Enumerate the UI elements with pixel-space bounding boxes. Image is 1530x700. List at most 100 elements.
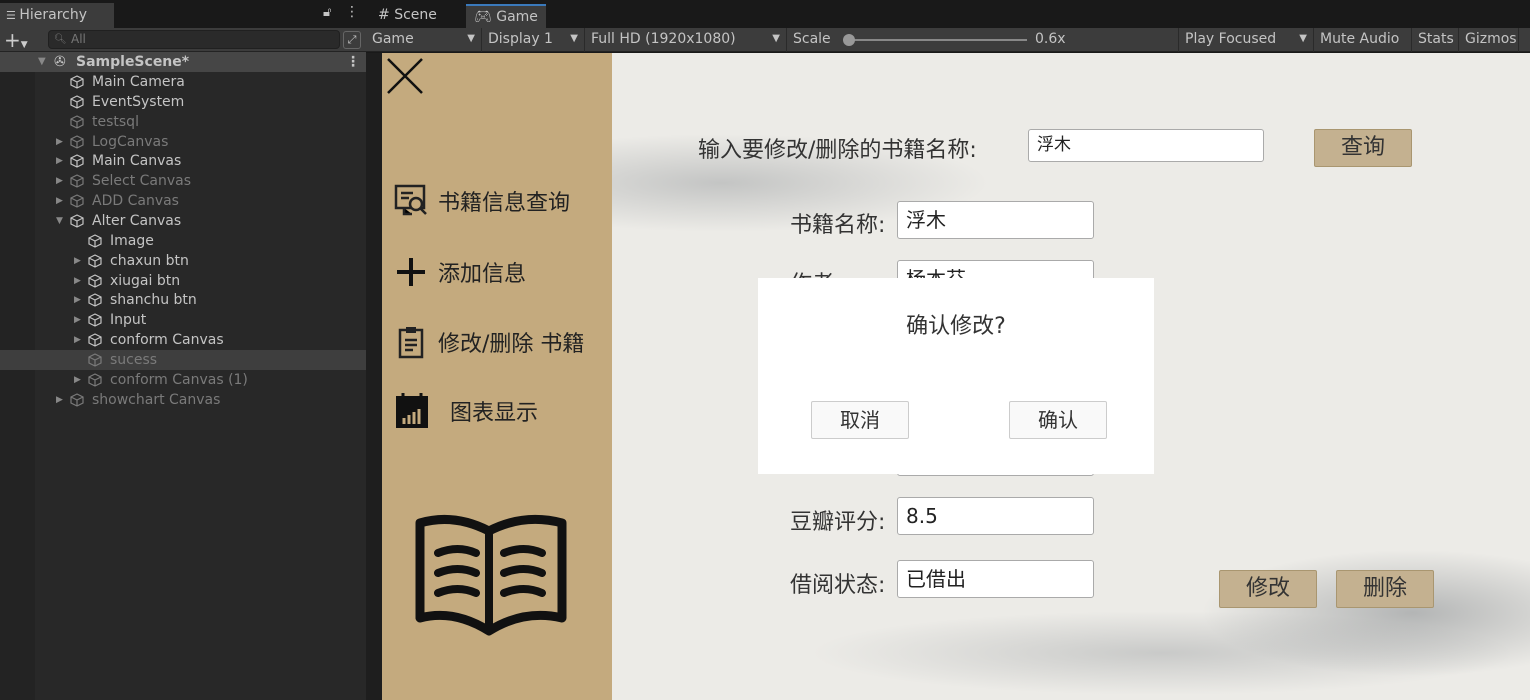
tab-scene[interactable]: # Scene: [370, 4, 445, 28]
hierarchy-item-label: conform Canvas (1): [110, 371, 248, 388]
gizmos-button[interactable]: Gizmos: [1459, 28, 1519, 52]
gameobject-cube-icon: [70, 95, 84, 109]
lock-icon[interactable]: 🔓︎: [323, 5, 331, 20]
plus-icon: [397, 258, 425, 286]
chevron-down-icon: ▼: [772, 33, 780, 44]
scene-more-icon[interactable]: ⋮: [346, 52, 360, 72]
mute-audio-button[interactable]: Mute Audio: [1314, 28, 1412, 52]
tab-game[interactable]: 🎮︎ Game: [466, 4, 546, 28]
expand-arrow-icon[interactable]: ▶: [74, 310, 81, 330]
hierarchy-item[interactable]: ▶ xiugai btn: [0, 271, 366, 291]
hierarchy-tab[interactable]: ☰ Hierarchy: [0, 3, 114, 28]
query-label: 输入要修改/删除的书籍名称:: [698, 138, 977, 163]
hierarchy-item[interactable]: ▶ LogCanvas: [0, 132, 366, 152]
hierarchy-search-input[interactable]: 🔍︎ All: [48, 30, 340, 49]
grid-icon: #: [378, 7, 390, 23]
field-input-title[interactable]: 浮木: [897, 201, 1094, 239]
field-input-rating[interactable]: 8.5: [897, 497, 1094, 535]
more-icon[interactable]: ⋮: [345, 4, 359, 20]
gameobject-cube-icon: [70, 174, 84, 188]
hierarchy-item[interactable]: ▶ shanchu btn: [0, 290, 366, 310]
hierarchy-item[interactable]: ▶ showchart Canvas: [0, 390, 366, 410]
hierarchy-item[interactable]: ▶ conform Canvas: [0, 330, 366, 350]
hierarchy-item[interactable]: sucess: [0, 349, 366, 370]
hierarchy-item-label: sucess: [110, 351, 158, 368]
hierarchy-item[interactable]: Image: [0, 231, 366, 251]
display-dropdown[interactable]: Display 1 ▼: [482, 28, 585, 52]
hierarchy-item-label: Image: [110, 232, 154, 249]
search-icon: 🔍︎: [54, 34, 67, 45]
scale-slider-thumb[interactable]: [843, 34, 855, 46]
hierarchy-item[interactable]: ▶ Input: [0, 310, 366, 330]
hierarchy-item[interactable]: ▶ conform Canvas (1): [0, 370, 366, 390]
expand-arrow-icon[interactable]: ▶: [56, 171, 63, 191]
hierarchy-item[interactable]: ▶ Select Canvas: [0, 171, 366, 191]
hierarchy-item-label: Main Canvas: [92, 153, 182, 170]
query-input[interactable]: 浮木: [1028, 129, 1264, 162]
hierarchy-item-label: conform Canvas: [110, 332, 224, 349]
hierarchy-item-label: showchart Canvas: [92, 391, 221, 408]
expand-arrow-icon[interactable]: ▶: [74, 290, 81, 310]
resolution-dropdown[interactable]: Full HD (1920x1080) ▼: [585, 28, 787, 52]
dialog-title: 确认修改?: [906, 314, 1006, 339]
expand-arrow-icon[interactable]: ▶: [56, 151, 63, 171]
display-label: Display 1: [488, 31, 553, 47]
hierarchy-item[interactable]: ▶ chaxun btn: [0, 251, 366, 271]
hierarchy-item-label: Main Camera: [92, 74, 185, 90]
add-icon[interactable]: +▼: [4, 28, 28, 52]
chevron-down-icon: ▼: [570, 33, 578, 44]
close-icon[interactable]: [386, 57, 424, 95]
expand-arrow-icon[interactable]: ▶: [56, 390, 63, 410]
field-label-status: 借阅状态:: [790, 573, 886, 598]
hierarchy-item-label: EventSystem: [92, 93, 185, 110]
hierarchy-item[interactable]: ▶ ADD Canvas: [0, 191, 366, 211]
hierarchy-item[interactable]: ▼ Alter Canvas: [0, 211, 366, 231]
scale-label: Scale: [793, 31, 831, 47]
collapse-arrow-icon[interactable]: ▼: [56, 211, 63, 231]
hierarchy-item[interactable]: EventSystem: [0, 92, 366, 112]
stats-button[interactable]: Stats: [1412, 28, 1459, 52]
game-mode-dropdown[interactable]: Game ▼: [366, 28, 482, 52]
play-mode-dropdown[interactable]: Play Focused ▼: [1179, 28, 1314, 52]
hierarchy-panel: ☰ Hierarchy 🔓︎ ⋮ +▼ 🔍︎ All ⤢ ▼ ✇ SampleSc…: [0, 0, 366, 700]
nav-label: 图表显示: [450, 401, 539, 426]
confirm-button[interactable]: 确认: [1009, 401, 1107, 439]
scene-row[interactable]: ▼ ✇ SampleScene* ⋮: [0, 52, 366, 72]
delete-button[interactable]: 删除: [1336, 570, 1434, 608]
game-toolbar: Game ▼ Display 1 ▼ Full HD (1920x1080) ▼ Sc…: [366, 28, 1530, 52]
gameobject-cube-icon: [88, 273, 102, 288]
query-button[interactable]: 查询: [1314, 129, 1412, 167]
scale-slider-track[interactable]: [847, 39, 1027, 41]
gameobject-cube-icon: [70, 194, 84, 208]
hierarchy-item-label: testsql: [92, 113, 139, 130]
play-mode-label: Play Focused: [1185, 31, 1277, 47]
expand-arrow-icon[interactable]: ▶: [74, 370, 81, 390]
nav-modify-delete[interactable]: 修改/删除 书籍: [394, 322, 584, 362]
expand-arrow-icon[interactable]: ▶: [56, 191, 63, 211]
nav-add-info[interactable]: 添加信息: [394, 252, 526, 292]
expand-arrow-icon[interactable]: ▶: [74, 251, 81, 271]
hierarchy-item-label: LogCanvas: [92, 133, 169, 150]
hierarchy-item[interactable]: Main Camera: [0, 72, 366, 92]
hierarchy-item[interactable]: ▶ Main Canvas: [0, 151, 366, 171]
game-view: 书籍信息查询 添加信息 修改/删除 书籍 图表显示 输入要修改/删除的书籍名称:…: [382, 53, 1530, 700]
expand-arrow-icon[interactable]: ▶: [74, 271, 81, 291]
hierarchy-item[interactable]: testsql: [0, 112, 366, 132]
nav-book-query[interactable]: 书籍信息查询: [394, 181, 570, 221]
modify-button[interactable]: 修改: [1219, 570, 1317, 608]
chart-calendar-icon: [396, 393, 428, 428]
expand-icon[interactable]: ⤢: [343, 31, 361, 49]
nav-chart[interactable]: 图表显示: [394, 391, 538, 431]
gameobject-cube-icon: [88, 333, 102, 347]
field-input-status[interactable]: 已借出: [897, 560, 1094, 598]
gameobject-cube-icon: [70, 214, 84, 228]
cancel-button[interactable]: 取消: [811, 401, 909, 439]
hierarchy-item-label: xiugai btn: [110, 272, 181, 289]
expand-arrow-icon[interactable]: ▶: [56, 132, 63, 152]
nav-label: 修改/删除 书籍: [438, 332, 585, 357]
gameobject-cube-icon: [88, 353, 102, 367]
expand-arrow-icon[interactable]: ▶: [74, 330, 81, 350]
gameobject-cube-icon: [88, 253, 102, 268]
hierarchy-title: Hierarchy: [19, 7, 88, 23]
scene-name: SampleScene*: [76, 54, 190, 70]
